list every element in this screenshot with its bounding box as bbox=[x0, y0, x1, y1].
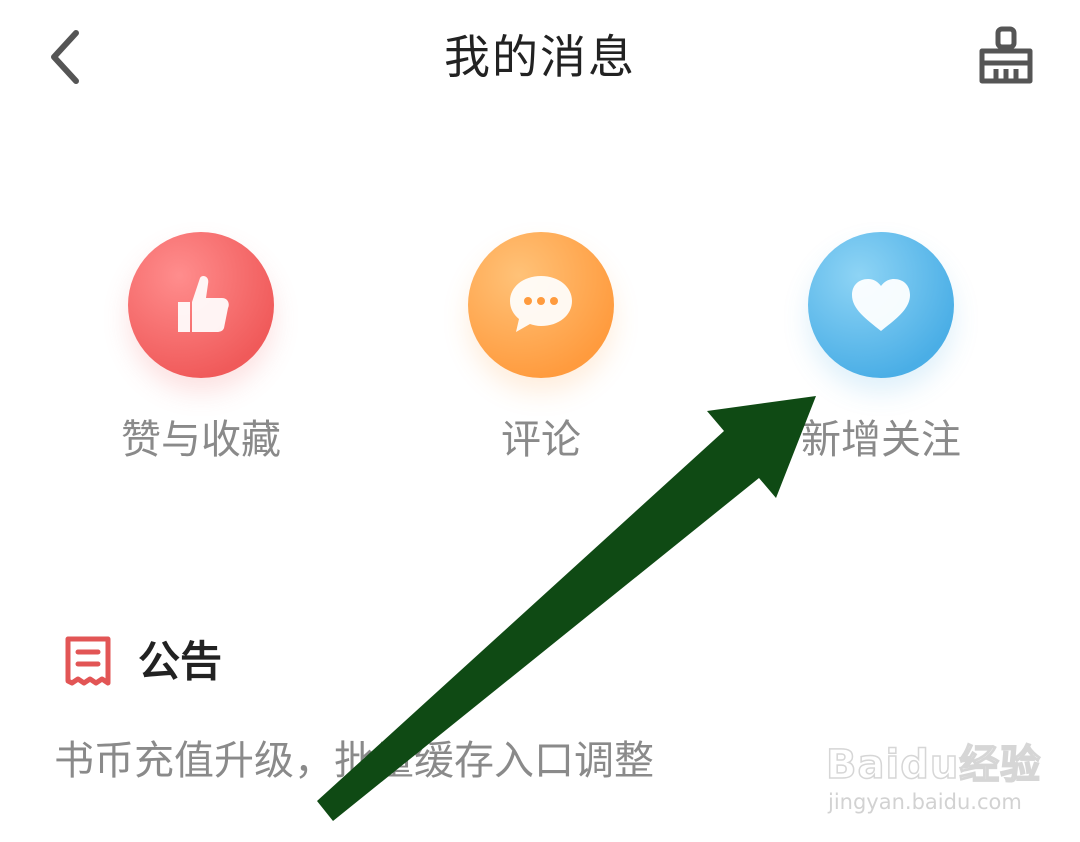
new-followers-label: 新增关注 bbox=[801, 417, 961, 463]
header: 我的消息 bbox=[0, 0, 1080, 115]
notice-header[interactable]: 公告 bbox=[62, 632, 222, 692]
notice-item[interactable]: 书币充值升级，批量缓存入口调整 bbox=[54, 732, 654, 790]
watermark-logo: Baidu经验 bbox=[825, 741, 1042, 789]
clear-messages-button[interactable] bbox=[972, 22, 1040, 90]
likes-label: 赞与收藏 bbox=[121, 417, 281, 463]
likes-circle bbox=[128, 232, 274, 378]
heart-icon bbox=[852, 279, 910, 331]
likes-and-favorites-entry[interactable]: 赞与收藏 bbox=[70, 232, 330, 482]
comments-entry[interactable]: 评论 bbox=[410, 232, 670, 482]
page-title: 我的消息 bbox=[444, 30, 636, 84]
watermark: Baidu经验 jingyan.baidu.com bbox=[825, 722, 1041, 822]
new-followers-entry[interactable]: 新增关注 bbox=[750, 232, 1010, 482]
receipt-icon bbox=[62, 634, 114, 690]
comments-circle bbox=[468, 232, 614, 378]
broom-icon bbox=[979, 26, 1033, 84]
comments-label: 评论 bbox=[501, 417, 581, 463]
watermark-url: jingyan.baidu.com bbox=[828, 790, 1022, 814]
notice-title: 公告 bbox=[138, 637, 223, 686]
chat-bubble-icon bbox=[510, 276, 572, 332]
thumbs-up-icon bbox=[178, 276, 229, 332]
new-followers-circle bbox=[808, 232, 954, 378]
